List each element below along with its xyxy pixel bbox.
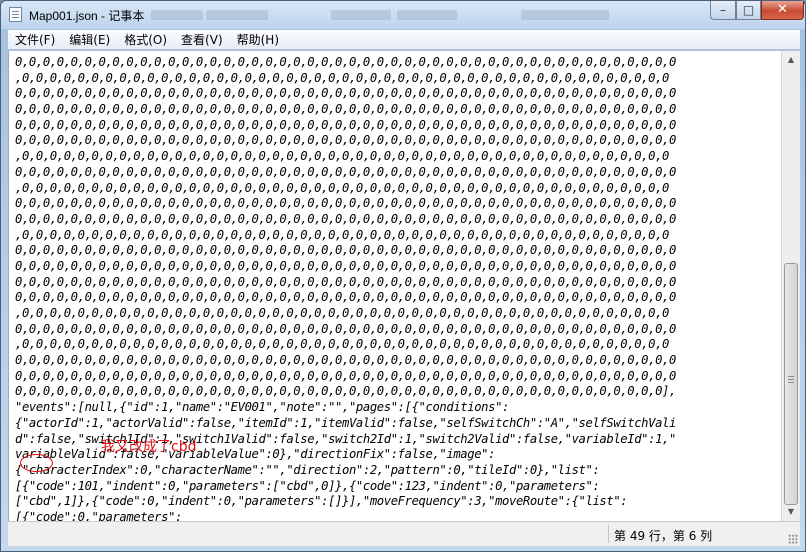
blurred-title-area: [521, 10, 609, 20]
menu-format[interactable]: 格式(O): [117, 31, 174, 49]
scrollbar-thumb[interactable]: [784, 263, 798, 505]
notepad-icon[interactable]: [9, 7, 22, 22]
text-line[interactable]: 0,0,0,0,0,0,0,0,0,0,0,0,0,0,0,0,0,0,0,0,…: [15, 384, 779, 400]
text-line[interactable]: 0,0,0,0,0,0,0,0,0,0,0,0,0,0,0,0,0,0,0,0,…: [15, 212, 779, 228]
menu-bar: 文件(F) 编辑(E) 格式(O) 查看(V) 帮助(H): [8, 30, 800, 50]
blurred-title-area: [397, 10, 457, 20]
text-line[interactable]: 0,0,0,0,0,0,0,0,0,0,0,0,0,0,0,0,0,0,0,0,…: [15, 243, 779, 259]
scroll-down-arrow-icon[interactable]: ▼: [783, 504, 799, 520]
text-line[interactable]: {"actorId":1,"actorValid":false,"itemId"…: [15, 416, 779, 432]
close-icon: ✕: [777, 2, 788, 17]
text-line[interactable]: 0,0,0,0,0,0,0,0,0,0,0,0,0,0,0,0,0,0,0,0,…: [15, 259, 779, 275]
vertical-scrollbar[interactable]: ▲ ▼: [781, 51, 800, 521]
close-button[interactable]: ✕: [761, 1, 804, 20]
text-line[interactable]: 0,0,0,0,0,0,0,0,0,0,0,0,0,0,0,0,0,0,0,0,…: [15, 133, 779, 149]
text-line[interactable]: 0,0,0,0,0,0,0,0,0,0,0,0,0,0,0,0,0,0,0,0,…: [15, 369, 779, 385]
menu-file[interactable]: 文件(F): [8, 31, 62, 49]
status-separator: [608, 525, 609, 543]
text-line[interactable]: 0,0,0,0,0,0,0,0,0,0,0,0,0,0,0,0,0,0,0,0,…: [15, 86, 779, 102]
text-line[interactable]: 0,0,0,0,0,0,0,0,0,0,0,0,0,0,0,0,0,0,0,0,…: [15, 165, 779, 181]
menu-edit[interactable]: 编辑(E): [62, 31, 117, 49]
blurred-title-area: [331, 10, 391, 20]
window-title: Map001.json - 记事本: [29, 9, 145, 23]
text-line[interactable]: 0,0,0,0,0,0,0,0,0,0,0,0,0,0,0,0,0,0,0,0,…: [15, 275, 779, 291]
minimize-button[interactable]: –: [710, 1, 736, 20]
scroll-up-arrow-icon[interactable]: ▲: [783, 52, 799, 68]
blurred-title-area: [151, 10, 203, 20]
maximize-button[interactable]: □: [736, 1, 761, 20]
text-line[interactable]: 0,0,0,0,0,0,0,0,0,0,0,0,0,0,0,0,0,0,0,0,…: [15, 196, 779, 212]
blurred-title-area: [206, 10, 268, 20]
text-line[interactable]: ,0,0,0,0,0,0,0,0,0,0,0,0,0,0,0,0,0,0,0,0…: [15, 228, 779, 244]
text-line[interactable]: 0,0,0,0,0,0,0,0,0,0,0,0,0,0,0,0,0,0,0,0,…: [15, 290, 779, 306]
resize-grip-icon[interactable]: [788, 534, 798, 544]
text-line[interactable]: 0,0,0,0,0,0,0,0,0,0,0,0,0,0,0,0,0,0,0,0,…: [15, 322, 779, 338]
cursor-position: 第 49 行，第 6 列: [614, 529, 713, 543]
text-line[interactable]: ,0,0,0,0,0,0,0,0,0,0,0,0,0,0,0,0,0,0,0,0…: [15, 181, 779, 197]
text-line[interactable]: ,0,0,0,0,0,0,0,0,0,0,0,0,0,0,0,0,0,0,0,0…: [15, 306, 779, 322]
grip-icon: [788, 376, 794, 377]
text-line[interactable]: 0,0,0,0,0,0,0,0,0,0,0,0,0,0,0,0,0,0,0,0,…: [15, 118, 779, 134]
text-line[interactable]: 0,0,0,0,0,0,0,0,0,0,0,0,0,0,0,0,0,0,0,0,…: [15, 102, 779, 118]
title-bar[interactable]: Map001.json - 记事本 – □ ✕: [1, 1, 805, 29]
annotation-note: 我又改成了cbd: [101, 439, 197, 455]
menu-help[interactable]: 帮助(H): [230, 31, 286, 49]
text-line[interactable]: {"characterIndex":0,"characterName":"","…: [15, 463, 779, 479]
text-line[interactable]: [{"code":101,"indent":0,"parameters":["c…: [15, 479, 779, 495]
status-bar: 第 49 行，第 6 列: [8, 521, 800, 546]
text-line[interactable]: ["cbd",1]},{"code":0,"indent":0,"paramet…: [15, 494, 779, 510]
text-line[interactable]: ,0,0,0,0,0,0,0,0,0,0,0,0,0,0,0,0,0,0,0,0…: [15, 71, 779, 87]
text-line[interactable]: 0,0,0,0,0,0,0,0,0,0,0,0,0,0,0,0,0,0,0,0,…: [15, 353, 779, 369]
text-line[interactable]: 0,0,0,0,0,0,0,0,0,0,0,0,0,0,0,0,0,0,0,0,…: [15, 55, 779, 71]
text-line[interactable]: [{"code":0,"parameters":: [15, 510, 779, 521]
menu-view[interactable]: 查看(V): [174, 31, 230, 49]
text-line[interactable]: ,0,0,0,0,0,0,0,0,0,0,0,0,0,0,0,0,0,0,0,0…: [15, 149, 779, 165]
text-line[interactable]: "events":[null,{"id":1,"name":"EV001","n…: [15, 400, 779, 416]
annotation-circle: [20, 454, 53, 472]
maximize-icon: □: [742, 3, 755, 17]
notepad-window: Map001.json - 记事本 – □ ✕ 文件(F) 编辑(E) 格式(O…: [0, 0, 806, 552]
minimize-icon: –: [720, 3, 726, 17]
text-line[interactable]: ,0,0,0,0,0,0,0,0,0,0,0,0,0,0,0,0,0,0,0,0…: [15, 337, 779, 353]
text-editor[interactable]: 0,0,0,0,0,0,0,0,0,0,0,0,0,0,0,0,0,0,0,0,…: [8, 51, 781, 521]
